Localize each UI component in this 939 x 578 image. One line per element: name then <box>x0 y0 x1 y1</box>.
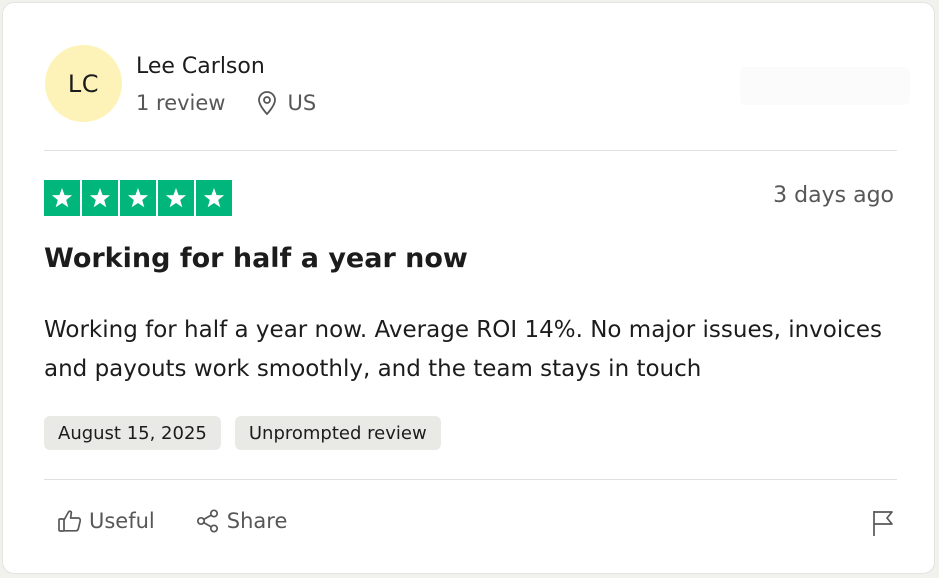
review-card: LC Lee Carlson 1 review US 3 days ago Wo… <box>2 2 935 574</box>
flag-icon <box>873 511 893 536</box>
reviewer-name[interactable]: Lee Carlson <box>136 52 316 82</box>
review-count: 1 review <box>136 90 226 115</box>
useful-label: Useful <box>89 509 155 533</box>
avatar-initials: LC <box>67 69 100 98</box>
divider-top <box>44 150 897 151</box>
star-icon <box>120 180 156 216</box>
share-button[interactable]: Share <box>195 508 288 534</box>
review-body: Working for half a year now. Average ROI… <box>44 317 883 382</box>
star-icon <box>196 180 232 216</box>
review-posted-ago: 3 days ago <box>773 183 894 208</box>
star-icon <box>158 180 194 216</box>
review-title[interactable]: Working for half a year now <box>44 243 468 274</box>
review-actions: Useful Share <box>57 508 287 534</box>
share-icon <box>196 509 218 533</box>
useful-button[interactable]: Useful <box>57 508 155 534</box>
unprompted-review-tag[interactable]: Unprompted review <box>234 416 441 450</box>
background-ghost-element <box>740 67 910 105</box>
report-button[interactable] <box>870 508 896 542</box>
thumbs-up-icon <box>58 510 82 532</box>
share-label: Share <box>226 509 288 533</box>
reviewer-header: LC Lee Carlson 1 review US <box>45 45 316 122</box>
star-icon <box>82 180 118 216</box>
reviewer-info: Lee Carlson 1 review US <box>136 52 316 116</box>
location-pin-icon <box>256 90 278 116</box>
review-tags: August 15, 2025 Unprompted review <box>44 416 441 450</box>
star-icon <box>44 180 80 216</box>
divider-bottom <box>44 479 897 480</box>
star-rating <box>44 180 232 216</box>
date-of-experience-tag: August 15, 2025 <box>44 416 221 450</box>
unprompted-tag-label: Unprompted review <box>248 422 427 444</box>
date-tag-label: August 15, 2025 <box>58 422 207 444</box>
reviewer-country: US <box>287 90 317 115</box>
reviewer-meta: 1 review US <box>136 90 316 116</box>
avatar[interactable]: LC <box>45 45 122 122</box>
